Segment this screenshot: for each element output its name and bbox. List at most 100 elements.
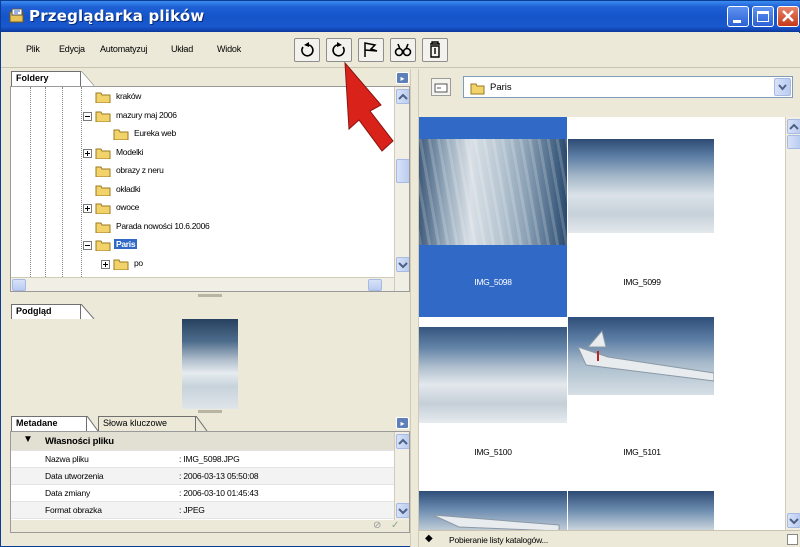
gap bbox=[419, 110, 800, 117]
metadata-tabstrip: Metadane Słowa kluczowe ▸ bbox=[10, 414, 410, 431]
metadata-value: : 2006-03-13 05:50:08 bbox=[179, 471, 259, 481]
metadata-row[interactable]: Nazwa pliku: IMG_5098.JPG bbox=[11, 451, 395, 468]
location-bar: Paris bbox=[419, 68, 800, 110]
folder-icon bbox=[113, 129, 129, 140]
metadata-value: : 2006-03-10 01:45:43 bbox=[179, 488, 259, 498]
tab-edge bbox=[196, 416, 208, 431]
scroll-thumb[interactable] bbox=[396, 159, 409, 183]
thumbnail-item[interactable]: IMG_5099 bbox=[568, 117, 716, 317]
airplane-wing-image bbox=[577, 329, 714, 382]
menu-item-layout[interactable]: Układ bbox=[171, 44, 193, 54]
thumbnail-scrollbar[interactable] bbox=[785, 117, 800, 530]
folder-label: po bbox=[134, 257, 143, 268]
thumbnail-image bbox=[568, 317, 714, 395]
section-title: Własności pliku bbox=[45, 436, 114, 447]
rotate-left-icon bbox=[301, 42, 314, 57]
up-folder-button[interactable] bbox=[431, 78, 451, 96]
thumbnail-item[interactable] bbox=[419, 491, 567, 531]
thumbnail-image bbox=[568, 491, 714, 531]
collapse-triangle-icon: ▼ bbox=[23, 434, 33, 445]
folder-icon bbox=[95, 92, 111, 103]
metadata-menu-button[interactable]: ▸ bbox=[396, 417, 409, 429]
no-icon[interactable]: ⊘ bbox=[373, 520, 381, 531]
thumbnail-image bbox=[419, 327, 567, 423]
collapse-icon[interactable] bbox=[83, 241, 92, 250]
expand-icon[interactable] bbox=[83, 148, 92, 158]
metadata-value: : JPEG bbox=[179, 505, 205, 515]
tab-preview[interactable]: Podgląd bbox=[11, 304, 81, 319]
horizontal-scrollbar[interactable] bbox=[11, 277, 395, 291]
maximize-button[interactable] bbox=[752, 6, 774, 27]
folder-item[interactable]: Parada nowości 10.6.2006 bbox=[83, 219, 383, 235]
scroll-up-button[interactable] bbox=[396, 434, 409, 449]
rotate-right-icon bbox=[332, 42, 345, 57]
folder-item[interactable]: Paris bbox=[83, 237, 383, 253]
folder-item[interactable]: obrazy z neru bbox=[83, 163, 383, 179]
tab-edge bbox=[81, 304, 95, 319]
airplane-wing-image bbox=[432, 514, 560, 531]
menu-item-edit[interactable]: Edycja bbox=[59, 44, 85, 54]
metadata-section-header[interactable]: ▼ Własności pliku bbox=[11, 432, 395, 451]
close-button[interactable] bbox=[777, 6, 799, 27]
folder-item[interactable]: okładki bbox=[83, 182, 383, 198]
metadata-key: Data zmiany bbox=[45, 488, 91, 498]
minimize-button[interactable] bbox=[727, 6, 749, 27]
scroll-right-button[interactable] bbox=[368, 279, 382, 291]
chevron-down-icon bbox=[778, 84, 787, 91]
thumbnail-item[interactable] bbox=[568, 491, 716, 531]
folder-icon bbox=[95, 148, 111, 159]
tree-guide bbox=[30, 87, 31, 277]
scroll-down-button[interactable] bbox=[787, 513, 800, 528]
dropdown-button[interactable] bbox=[774, 78, 791, 96]
thumbnail-item[interactable]: IMG_5098 bbox=[419, 117, 567, 317]
triangle-right-icon: ▸ bbox=[400, 74, 405, 83]
preview-panel bbox=[10, 319, 410, 409]
expand-icon[interactable] bbox=[101, 259, 110, 269]
folder-item[interactable]: po bbox=[101, 256, 401, 272]
metadata-value: : IMG_5098.JPG bbox=[179, 454, 240, 464]
thumbnail-name: IMG_5101 bbox=[623, 447, 661, 457]
folder-path-text: Paris bbox=[490, 82, 512, 93]
close-icon bbox=[782, 10, 794, 22]
scroll-down-button[interactable] bbox=[396, 257, 409, 272]
expand-icon[interactable] bbox=[83, 204, 92, 213]
metadata-key: Data utworzenia bbox=[45, 471, 104, 481]
thumbnail-item[interactable]: IMG_5101 bbox=[568, 317, 716, 517]
tree-guide bbox=[62, 87, 63, 277]
splitter-grip bbox=[198, 410, 222, 413]
menu-item-view[interactable]: Widok bbox=[217, 44, 241, 54]
metadata-row[interactable]: Data utworzenia : 2006-03-13 05:50:08 bbox=[11, 468, 395, 485]
folder-icon bbox=[95, 185, 111, 196]
thumbnail-image bbox=[419, 491, 567, 531]
app-icon bbox=[9, 8, 24, 23]
scroll-left-button[interactable] bbox=[12, 279, 26, 291]
folder-label: Paris bbox=[114, 239, 138, 249]
menu-bar: Plik Edycja Automatyzuj Układ Widok bbox=[1, 33, 800, 68]
metadata-scrollbar[interactable] bbox=[394, 432, 409, 520]
thumbnail-item[interactable]: IMG_5100 bbox=[419, 317, 567, 517]
chevron-down-icon bbox=[398, 508, 408, 515]
folder-path-dropdown[interactable]: Paris bbox=[463, 76, 793, 98]
metadata-row[interactable]: Format obrazka: JPEG bbox=[11, 502, 395, 519]
chevron-up-icon bbox=[789, 123, 799, 130]
menu-item-automate[interactable]: Automatyzuj bbox=[100, 44, 148, 54]
red-arrow-annotation bbox=[344, 61, 394, 152]
metadata-row[interactable]: Data zmiany : 2006-03-10 01:45:43 bbox=[11, 485, 395, 502]
panel-splitter[interactable] bbox=[10, 292, 410, 299]
menu-item-file[interactable]: Plik bbox=[26, 44, 40, 54]
tab-keywords[interactable]: Słowa kluczowe bbox=[98, 416, 196, 431]
rotate-left-button[interactable] bbox=[294, 38, 320, 62]
checkmark-icon[interactable]: ✓ bbox=[391, 520, 399, 531]
tab-folders[interactable]: Foldery bbox=[11, 71, 81, 86]
tab-metadata[interactable]: Metadane bbox=[11, 416, 87, 431]
scroll-down-button[interactable] bbox=[396, 503, 409, 518]
chevron-down-icon bbox=[398, 262, 408, 269]
scroll-thumb[interactable] bbox=[787, 135, 800, 149]
collapse-icon[interactable] bbox=[83, 111, 92, 121]
thumbnail-grid[interactable]: IMG_5098 IMG_5099 IMG_5100 IMG_5101 bbox=[419, 117, 785, 531]
folder-item[interactable]: owoce bbox=[83, 200, 383, 216]
pane-divider[interactable] bbox=[410, 69, 419, 547]
delete-button[interactable] bbox=[422, 38, 448, 62]
scroll-up-button[interactable] bbox=[787, 119, 800, 134]
title-bar[interactable]: Przeglądarka plików bbox=[1, 1, 800, 32]
